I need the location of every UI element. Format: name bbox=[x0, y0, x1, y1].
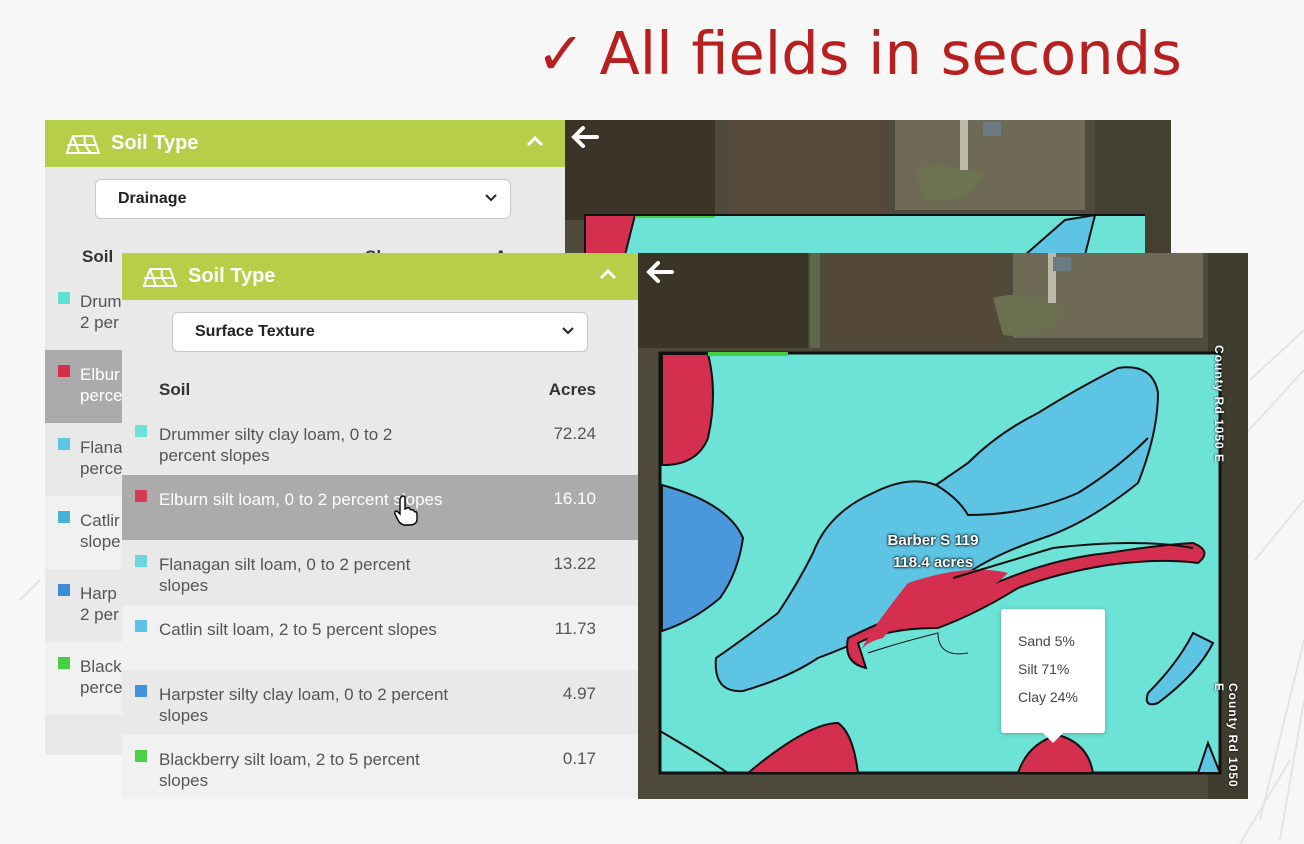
chevron-up-icon[interactable] bbox=[598, 267, 618, 281]
soil-acres: 4.97 bbox=[562, 684, 596, 703]
soil-row[interactable]: Blackberry silt loam, 2 to 5 percent slo… bbox=[122, 735, 638, 799]
color-swatch bbox=[135, 555, 147, 567]
tooltip-silt: Silt 71% bbox=[1018, 661, 1070, 677]
chevron-down-icon bbox=[485, 194, 497, 202]
soil-acres: 11.73 bbox=[554, 619, 596, 638]
soil-name: Catlin silt loam, 2 to 5 percent slopes bbox=[159, 620, 437, 639]
soil-type-panel-front: Soil Type Surface Texture Soil Acres Dru… bbox=[122, 253, 638, 799]
soil-acres: 0.17 bbox=[562, 749, 596, 768]
soil-acres: 16.10 bbox=[553, 489, 596, 508]
soil-name: Drummer silty clay loam, 0 to 2 percent … bbox=[159, 425, 393, 465]
color-swatch bbox=[58, 511, 70, 523]
color-swatch bbox=[135, 620, 147, 632]
panel-title: Soil Type bbox=[111, 132, 199, 154]
soil-row[interactable]: Flanagan silt loam, 0 to 2 percent slope… bbox=[122, 540, 638, 605]
headline: ✓ All fields in seconds bbox=[536, 14, 1296, 94]
collapse-arrow-icon[interactable] bbox=[569, 124, 599, 150]
soil-name: Flanagan silt loam, 0 to 2 percent slope… bbox=[159, 555, 411, 595]
soil-row[interactable]: Elburn silt loam, 0 to 2 percent slopes 1… bbox=[122, 475, 638, 540]
column-acres: Acres bbox=[548, 380, 596, 399]
soil-row[interactable]: Drummer silty clay loam, 0 to 2 percent … bbox=[122, 410, 638, 475]
color-swatch bbox=[135, 685, 147, 697]
color-swatch bbox=[58, 365, 70, 377]
drainage-select[interactable]: Drainage bbox=[95, 179, 511, 219]
color-swatch bbox=[135, 490, 147, 502]
soil-texture-tooltip: Sand 5% Silt 71% Clay 24% bbox=[1001, 609, 1105, 743]
collapse-arrow-icon[interactable] bbox=[644, 259, 674, 285]
field-map-icon bbox=[142, 266, 178, 288]
road-label: County Rd 1050 E bbox=[1212, 345, 1226, 464]
table-header: Soil Acres bbox=[122, 368, 638, 410]
field-map-icon bbox=[65, 133, 101, 155]
color-swatch bbox=[58, 438, 70, 450]
soil-row[interactable]: Harpster silty clay loam, 0 to 2 percent… bbox=[122, 670, 638, 735]
column-soil: Soil bbox=[82, 247, 114, 266]
surface-texture-select[interactable]: Surface Texture bbox=[172, 312, 588, 352]
soil-map bbox=[638, 253, 1248, 799]
color-swatch bbox=[58, 292, 70, 304]
color-swatch bbox=[135, 750, 147, 762]
tooltip-clay: Clay 24% bbox=[1018, 689, 1078, 705]
soil-row[interactable]: Catlin silt loam, 2 to 5 percent slopes 1… bbox=[122, 605, 638, 670]
map-view[interactable]: Barber S 119 118.4 acres Sand 5% Silt 71… bbox=[638, 253, 1248, 799]
soil-list: Drummer silty clay loam, 0 to 2 percent … bbox=[122, 410, 638, 799]
field-name: Barber S 119 bbox=[887, 532, 979, 549]
hand-cursor-icon bbox=[394, 495, 418, 526]
field-label: Barber S 119 118.4 acres bbox=[868, 530, 998, 574]
map-view-back[interactable] bbox=[565, 120, 1171, 255]
satellite-map-back bbox=[565, 120, 1171, 255]
panel-header[interactable]: Soil Type bbox=[122, 253, 638, 300]
color-swatch bbox=[135, 425, 147, 437]
soil-name: Harpster silty clay loam, 0 to 2 percent… bbox=[159, 685, 449, 725]
panel-header[interactable]: Soil Type bbox=[45, 120, 565, 167]
chevron-up-icon[interactable] bbox=[525, 134, 545, 148]
field-acres: 118.4 acres bbox=[892, 554, 974, 571]
soil-acres: 72.24 bbox=[553, 424, 596, 443]
soil-name: Blackberry silt loam, 2 to 5 percent slo… bbox=[159, 750, 420, 790]
soil-acres: 13.22 bbox=[553, 554, 596, 573]
tooltip-sand: Sand 5% bbox=[1018, 633, 1075, 649]
headline-text: All fields in seconds bbox=[599, 19, 1182, 88]
select-value: Surface Texture bbox=[195, 323, 315, 340]
color-swatch bbox=[58, 657, 70, 669]
select-value: Drainage bbox=[118, 190, 187, 207]
panel-title: Soil Type bbox=[188, 265, 276, 287]
column-soil: Soil bbox=[159, 380, 191, 399]
checkmark-icon: ✓ bbox=[536, 19, 586, 88]
chevron-down-icon bbox=[562, 327, 574, 335]
color-swatch bbox=[58, 584, 70, 596]
road-label: County Rd 1050 E bbox=[1212, 683, 1240, 788]
